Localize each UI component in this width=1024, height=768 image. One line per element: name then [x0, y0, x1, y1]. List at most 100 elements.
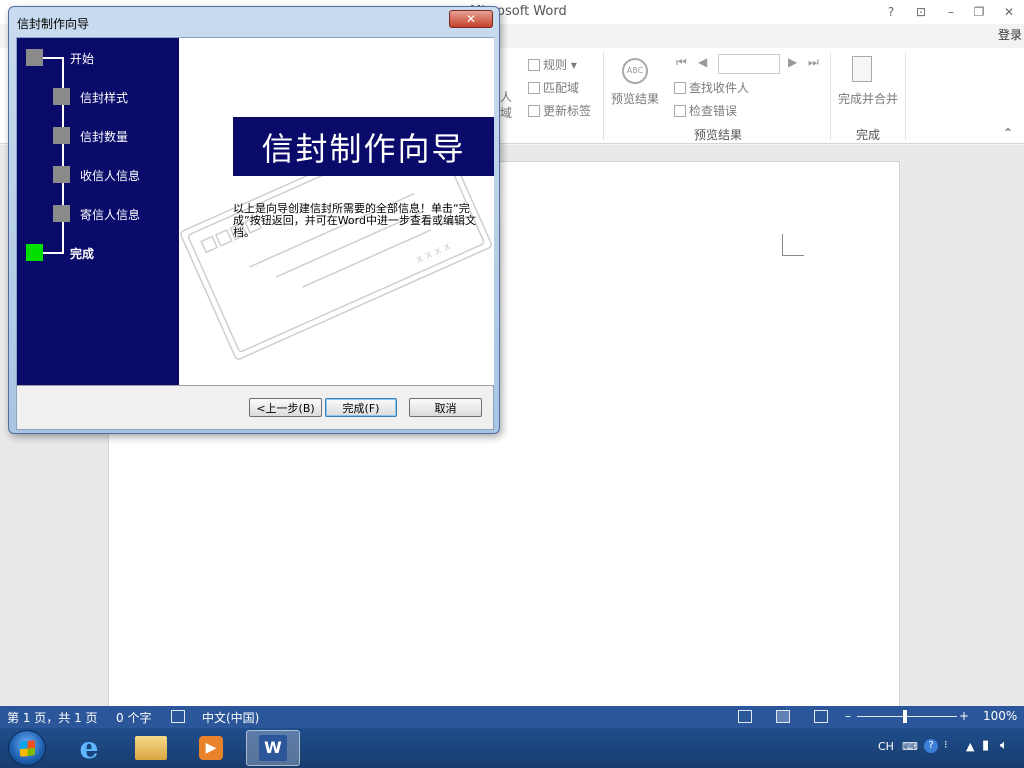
- close-icon: ✕: [465, 12, 477, 26]
- step-label: 开始: [70, 52, 95, 66]
- step-indicator-icon: [53, 166, 70, 183]
- input-language-indicator[interactable]: CH: [878, 740, 894, 753]
- internet-explorer-icon[interactable]: e: [62, 730, 116, 766]
- collapse-ribbon-icon[interactable]: ⌃: [1003, 126, 1013, 140]
- wizard-step-recipient-info[interactable]: 收信人信息: [17, 166, 179, 186]
- keyboard-icon[interactable]: ⌨: [902, 740, 918, 753]
- record-number-input[interactable]: [718, 54, 780, 74]
- media-player-icon[interactable]: ▶: [184, 730, 238, 766]
- step-indicator-icon: [53, 205, 70, 222]
- word-taskbar-button[interactable]: W: [246, 730, 300, 766]
- envelope-wizard-dialog: 信封制作向导 ✕ 开始 信封样式 信封数量 收信人信息 寄信人信息 完成 x x…: [8, 6, 500, 434]
- file-explorer-icon[interactable]: [124, 730, 178, 766]
- margin-corner-mark: [782, 234, 804, 256]
- word-icon: W: [259, 735, 287, 761]
- login-link[interactable]: 登录: [998, 26, 1022, 43]
- wizard-step-envelope-style[interactable]: 信封样式: [17, 88, 179, 108]
- find-recipient-button[interactable]: 查找收件人: [674, 79, 749, 96]
- wizard-steps-panel: 开始 信封样式 信封数量 收信人信息 寄信人信息 完成: [17, 38, 179, 385]
- preview-results-button[interactable]: ABC 预览结果: [610, 54, 660, 114]
- envelope-marks: x x x x: [414, 239, 453, 266]
- zoom-slider[interactable]: [857, 716, 957, 717]
- wizard-step-sender-info[interactable]: 寄信人信息: [17, 205, 179, 225]
- media-player-glyph: ▶: [199, 736, 223, 760]
- system-tray: CH ⌨ ? ⁝ ▲ ▮ 🔈︎: [874, 728, 1024, 768]
- preview-group-label: 预览结果: [694, 128, 743, 142]
- step-indicator-icon: [53, 127, 70, 144]
- first-record-button[interactable]: ⏮: [676, 55, 687, 70]
- ribbon-display-options-button[interactable]: ⊡: [910, 3, 932, 21]
- page-info[interactable]: 第 1 页，共 1 页: [7, 709, 98, 726]
- ribbon-separator: [905, 52, 906, 140]
- volume-icon[interactable]: 🔈︎: [1000, 738, 1008, 753]
- postcode-box: [214, 229, 233, 247]
- rules-button[interactable]: 规则 ▾: [528, 56, 577, 73]
- preview-results-label: 预览结果: [611, 92, 660, 106]
- last-record-button[interactable]: ⏭: [808, 55, 819, 70]
- dialog-title: 信封制作向导: [17, 17, 90, 31]
- update-labels-icon: [528, 105, 540, 117]
- match-fields-icon: [528, 82, 540, 94]
- check-errors-button[interactable]: 检查错误: [674, 102, 737, 119]
- close-button[interactable]: ✕: [998, 3, 1020, 21]
- previous-record-button[interactable]: ◀: [698, 55, 707, 69]
- zoom-slider-thumb[interactable]: [903, 710, 907, 723]
- ribbon-separator: [830, 52, 831, 140]
- web-layout-icon[interactable]: [814, 710, 828, 723]
- read-mode-icon[interactable]: [738, 710, 752, 723]
- network-icon[interactable]: ▮: [982, 738, 989, 753]
- tray-options-icon[interactable]: ⁝: [944, 738, 948, 751]
- zoom-in-button[interactable]: +: [959, 709, 969, 723]
- step-indicator-icon: [26, 49, 43, 66]
- dialog-close-button[interactable]: ✕: [449, 10, 493, 28]
- windows-logo-icon: [20, 740, 35, 757]
- finish-merge-button[interactable]: 完成并合并: [836, 54, 902, 118]
- finish-button[interactable]: 完成(F): [325, 398, 397, 417]
- print-layout-icon[interactable]: [776, 710, 790, 723]
- match-fields-label: 匹配域: [543, 81, 580, 95]
- help-tray-icon[interactable]: ?: [924, 739, 938, 753]
- ribbon-partial-label: 人: [500, 90, 513, 104]
- zoom-out-button[interactable]: –: [845, 709, 851, 723]
- start-orb[interactable]: [8, 730, 46, 766]
- taskbar: e ▶ W CH ⌨ ? ⁝ ▲ ▮ 🔈︎: [0, 728, 1024, 768]
- step-label: 信封数量: [80, 130, 129, 144]
- language-indicator[interactable]: 中文(中国): [202, 709, 259, 726]
- proofing-icon[interactable]: [171, 710, 185, 723]
- dialog-client-area: 开始 信封样式 信封数量 收信人信息 寄信人信息 完成 x x x x 信封制作…: [16, 37, 494, 430]
- check-errors-label: 检查错误: [689, 104, 738, 118]
- wizard-step-start[interactable]: 开始: [17, 49, 179, 69]
- finish-group-label: 完成: [856, 128, 881, 142]
- back-button[interactable]: <上一步(B): [249, 398, 322, 417]
- postcode-box: [200, 235, 219, 254]
- step-label: 完成: [70, 247, 95, 261]
- finish-merge-label: 完成并合并: [838, 92, 899, 106]
- dialog-footer-divider: [17, 385, 494, 386]
- wizard-heading: 信封制作向导: [233, 117, 494, 176]
- desktop-screen: Microsoft Word ? ⊡ – ❐ ✕ 登录 人 域 规则 ▾ 匹配域…: [0, 0, 1024, 768]
- match-fields-button[interactable]: 匹配域: [528, 79, 579, 96]
- find-recipient-label: 查找收件人: [689, 81, 750, 95]
- wizard-content-panel: x x x x 信封制作向导 以上是向导创建信封所需要的全部信息！单击“完成”按…: [179, 38, 494, 385]
- wizard-step-finish[interactable]: 完成: [17, 244, 179, 264]
- step-label: 信封样式: [80, 91, 129, 105]
- restore-button[interactable]: ❐: [968, 3, 990, 21]
- cancel-button[interactable]: 取消: [409, 398, 482, 417]
- help-button[interactable]: ?: [880, 3, 902, 21]
- word-count[interactable]: 0 个字: [116, 709, 151, 726]
- find-recipient-icon: [674, 82, 686, 94]
- folder-glyph: [135, 736, 167, 760]
- show-hidden-icons-icon[interactable]: ▲: [966, 740, 974, 753]
- wizard-description: 以上是向导创建信封所需要的全部信息！单击“完成”按钮返回，并可在Word中进一步…: [233, 202, 476, 239]
- minimize-button[interactable]: –: [940, 3, 962, 21]
- update-labels-button[interactable]: 更新标签: [528, 102, 591, 119]
- step-label: 寄信人信息: [80, 208, 141, 222]
- check-errors-icon: [674, 105, 686, 117]
- next-record-button[interactable]: ▶: [788, 55, 797, 69]
- wizard-step-envelope-count[interactable]: 信封数量: [17, 127, 179, 147]
- zoom-level[interactable]: 100%: [983, 709, 1017, 723]
- step-indicator-icon: [53, 88, 70, 105]
- ribbon-separator: [603, 52, 604, 140]
- status-bar: 第 1 页，共 1 页 0 个字 中文(中国) – + 100%: [0, 706, 1024, 728]
- step-indicator-active-icon: [26, 244, 43, 261]
